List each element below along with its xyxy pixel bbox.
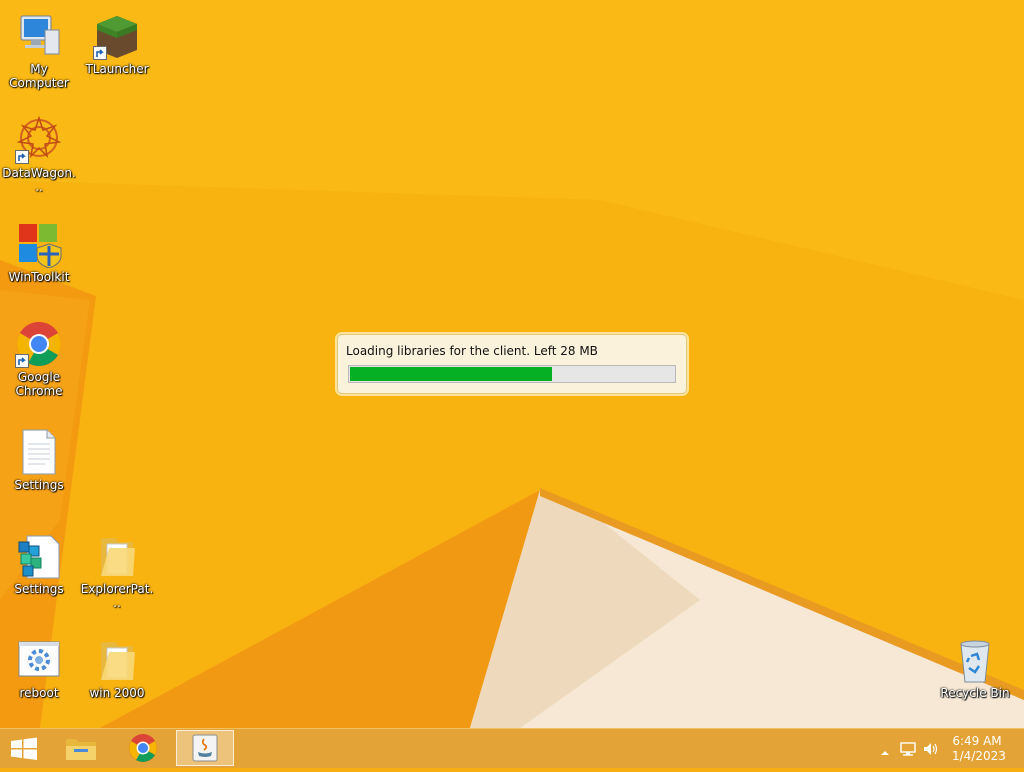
icon-label: ExplorerPat... (80, 582, 154, 610)
folder-icon (66, 739, 96, 760)
my-computer-shortcut[interactable]: My Computer (0, 6, 78, 90)
windows-logo-icon (11, 737, 37, 760)
system-tray: 6:49 AM 1/4/2023 (864, 729, 1024, 768)
desktop[interactable]: My Computer TLauncher DataWagon... WinTo… (0, 0, 1024, 728)
progress-bar (348, 365, 676, 383)
mandala-icon (15, 115, 63, 164)
loading-dialog[interactable]: Loading libraries for the client. Left 2… (337, 334, 687, 394)
icon-label: Recycle Bin (940, 686, 1010, 700)
icon-label: win 2000 (89, 686, 145, 700)
win-2000-folder[interactable]: win 2000 (78, 630, 156, 700)
reboot-shortcut[interactable]: reboot (0, 630, 78, 700)
datawagon-shortcut[interactable]: DataWagon... (0, 110, 78, 194)
icon-label: reboot (19, 686, 59, 700)
icon-label: My Computer (9, 62, 69, 90)
google-chrome-shortcut[interactable]: Google Chrome (0, 314, 78, 398)
volume-icon[interactable] (922, 741, 938, 761)
taskbar[interactable]: 6:49 AM 1/4/2023 (0, 728, 1024, 768)
windows-shield-icon (15, 220, 63, 269)
java-icon (192, 734, 218, 762)
taskbar-file-explorer[interactable] (52, 730, 110, 766)
recycle-bin[interactable]: Recycle Bin (936, 630, 1014, 700)
clock-time: 6:49 AM (952, 734, 1002, 748)
icon-label: Settings (14, 582, 64, 596)
shortcut-arrow-icon (15, 354, 29, 368)
settings-reg-file[interactable]: Settings (0, 526, 78, 596)
icon-label: Google Chrome (15, 370, 63, 398)
start-button[interactable] (0, 729, 48, 768)
progress-fill (350, 367, 552, 381)
grass-block-icon (93, 12, 141, 60)
taskbar-java[interactable] (176, 730, 234, 766)
registry-icon (15, 532, 63, 580)
tlauncher-shortcut[interactable]: TLauncher (78, 6, 156, 76)
loading-message: Loading libraries for the client. Left 2… (346, 344, 598, 358)
shortcut-arrow-icon (93, 46, 107, 60)
computer-icon (15, 12, 63, 60)
explorerpatcher-folder[interactable]: ExplorerPat... (78, 526, 156, 610)
chrome-icon (15, 320, 63, 368)
network-icon[interactable] (900, 741, 916, 761)
recycle-bin-icon (951, 636, 999, 684)
wintoolkit-shortcut[interactable]: WinToolkit (0, 214, 78, 284)
clock[interactable]: 6:49 AM 1/4/2023 (952, 734, 1006, 764)
icon-label: TLauncher (85, 62, 149, 76)
icon-label: DataWagon... (2, 166, 76, 194)
folder-icon (93, 532, 141, 580)
chrome-icon (129, 734, 157, 762)
document-icon (15, 428, 63, 476)
taskbar-chrome[interactable] (114, 730, 172, 766)
gear-window-icon (15, 636, 63, 684)
folder-icon (93, 636, 141, 684)
icon-label: WinToolkit (8, 270, 70, 284)
icon-label: Settings (14, 478, 64, 492)
settings-file[interactable]: Settings (0, 422, 78, 492)
show-hidden-icons-icon[interactable] (880, 743, 890, 762)
shortcut-arrow-icon (15, 150, 29, 164)
clock-date: 1/4/2023 (952, 749, 1006, 763)
